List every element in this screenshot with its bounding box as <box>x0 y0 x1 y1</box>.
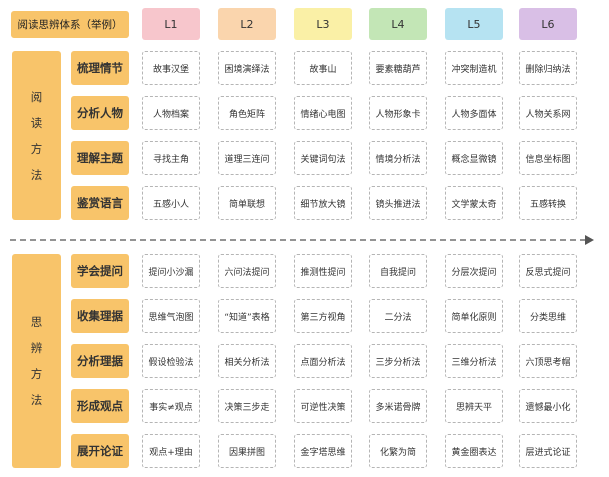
method-cell-l4: 情境分析法 <box>369 141 427 175</box>
method-cell-l5: 黄金圈表达 <box>445 434 503 468</box>
method-label: 分析理据 <box>71 344 129 378</box>
method-cell-l2: 因果拼图 <box>218 434 276 468</box>
section-label-char: 读 <box>30 115 43 130</box>
section-label-char: 方 <box>30 141 43 156</box>
method-label: 梳理情节 <box>71 51 129 85</box>
method-cell-l4: 要素糖葫芦 <box>369 51 427 85</box>
method-label: 收集理据 <box>71 299 129 333</box>
section-label-char: 法 <box>30 393 43 407</box>
method-cell-l1: 人物档案 <box>142 96 200 130</box>
level-header-l5: L5 <box>445 8 503 40</box>
method-cell-l5: 人物多面体 <box>445 96 503 130</box>
section-label-char: 辨 <box>30 341 43 355</box>
section-label-0: 阅读方法 <box>12 51 61 220</box>
method-cell-l5: 思辨天平 <box>445 389 503 423</box>
level-header-l4: L4 <box>369 8 427 40</box>
method-cell-l1: 故事汉堡 <box>142 51 200 85</box>
method-label: 学会提问 <box>71 254 129 288</box>
method-label: 形成观点 <box>71 389 129 423</box>
method-cell-l6: 信息坐标图 <box>519 141 577 175</box>
level-header-l6: L6 <box>519 8 577 40</box>
method-label: 鉴赏语言 <box>71 186 129 220</box>
method-cell-l5: 三维分析法 <box>445 344 503 378</box>
method-cell-l4: 自我提问 <box>369 254 427 288</box>
method-cell-l2: “知道”表格 <box>218 299 276 333</box>
method-cell-l3: 金字塔思维 <box>294 434 352 468</box>
method-cell-l1: 寻找主角 <box>142 141 200 175</box>
level-header-l2: L2 <box>218 8 276 40</box>
method-cell-l2: 困境演绎法 <box>218 51 276 85</box>
method-label: 分析人物 <box>71 96 129 130</box>
system-title: 阅读思辨体系（举例） <box>11 11 129 38</box>
method-cell-l6: 六顶思考帽 <box>519 344 577 378</box>
level-header-l1: L1 <box>142 8 200 40</box>
section-label-char: 方 <box>30 367 43 381</box>
method-cell-l1: 提问小沙漏 <box>142 254 200 288</box>
method-cell-l3: 第三方视角 <box>294 299 352 333</box>
method-cell-l5: 概念显微镜 <box>445 141 503 175</box>
section-divider-arrow <box>10 235 594 245</box>
method-cell-l2: 六问法提问 <box>218 254 276 288</box>
method-cell-l3: 细节放大镜 <box>294 186 352 220</box>
method-cell-l5: 冲突制造机 <box>445 51 503 85</box>
method-cell-l4: 二分法 <box>369 299 427 333</box>
method-label: 理解主题 <box>71 141 129 175</box>
method-cell-l3: 可逆性决策 <box>294 389 352 423</box>
method-cell-l5: 简单化原则 <box>445 299 503 333</box>
method-cell-l2: 决策三步走 <box>218 389 276 423</box>
method-cell-l1: 事实≠观点 <box>142 389 200 423</box>
method-cell-l6: 删除归纳法 <box>519 51 577 85</box>
method-cell-l6: 层进式论证 <box>519 434 577 468</box>
method-label: 展开论证 <box>71 434 129 468</box>
method-cell-l2: 道理三连问 <box>218 141 276 175</box>
method-cell-l4: 多米诺骨牌 <box>369 389 427 423</box>
method-cell-l6: 遗憾最小化 <box>519 389 577 423</box>
method-cell-l3: 情绪心电图 <box>294 96 352 130</box>
method-cell-l4: 镜头推进法 <box>369 186 427 220</box>
method-cell-l2: 角色矩阵 <box>218 96 276 130</box>
section-label-char: 思 <box>30 315 43 329</box>
section-label-char: 阅 <box>30 89 43 104</box>
method-cell-l2: 简单联想 <box>218 186 276 220</box>
method-cell-l6: 人物关系网 <box>519 96 577 130</box>
method-cell-l1: 假设检验法 <box>142 344 200 378</box>
method-cell-l1: 思维气泡图 <box>142 299 200 333</box>
method-cell-l3: 点面分析法 <box>294 344 352 378</box>
method-cell-l4: 人物形象卡 <box>369 96 427 130</box>
method-cell-l6: 五感转换 <box>519 186 577 220</box>
method-cell-l1: 五感小人 <box>142 186 200 220</box>
method-cell-l5: 分层次提问 <box>445 254 503 288</box>
method-cell-l1: 观点+理由 <box>142 434 200 468</box>
method-cell-l5: 文学蒙太奇 <box>445 186 503 220</box>
method-cell-l3: 推测性提问 <box>294 254 352 288</box>
section-label-1: 思辨方法 <box>12 254 61 468</box>
method-cell-l2: 相关分析法 <box>218 344 276 378</box>
method-cell-l6: 分类思维 <box>519 299 577 333</box>
level-header-l3: L3 <box>294 8 352 40</box>
method-cell-l3: 关键词句法 <box>294 141 352 175</box>
section-label-char: 法 <box>30 167 43 182</box>
method-cell-l4: 三步分析法 <box>369 344 427 378</box>
method-cell-l3: 故事山 <box>294 51 352 85</box>
method-cell-l4: 化繁为简 <box>369 434 427 468</box>
method-cell-l6: 反思式提问 <box>519 254 577 288</box>
